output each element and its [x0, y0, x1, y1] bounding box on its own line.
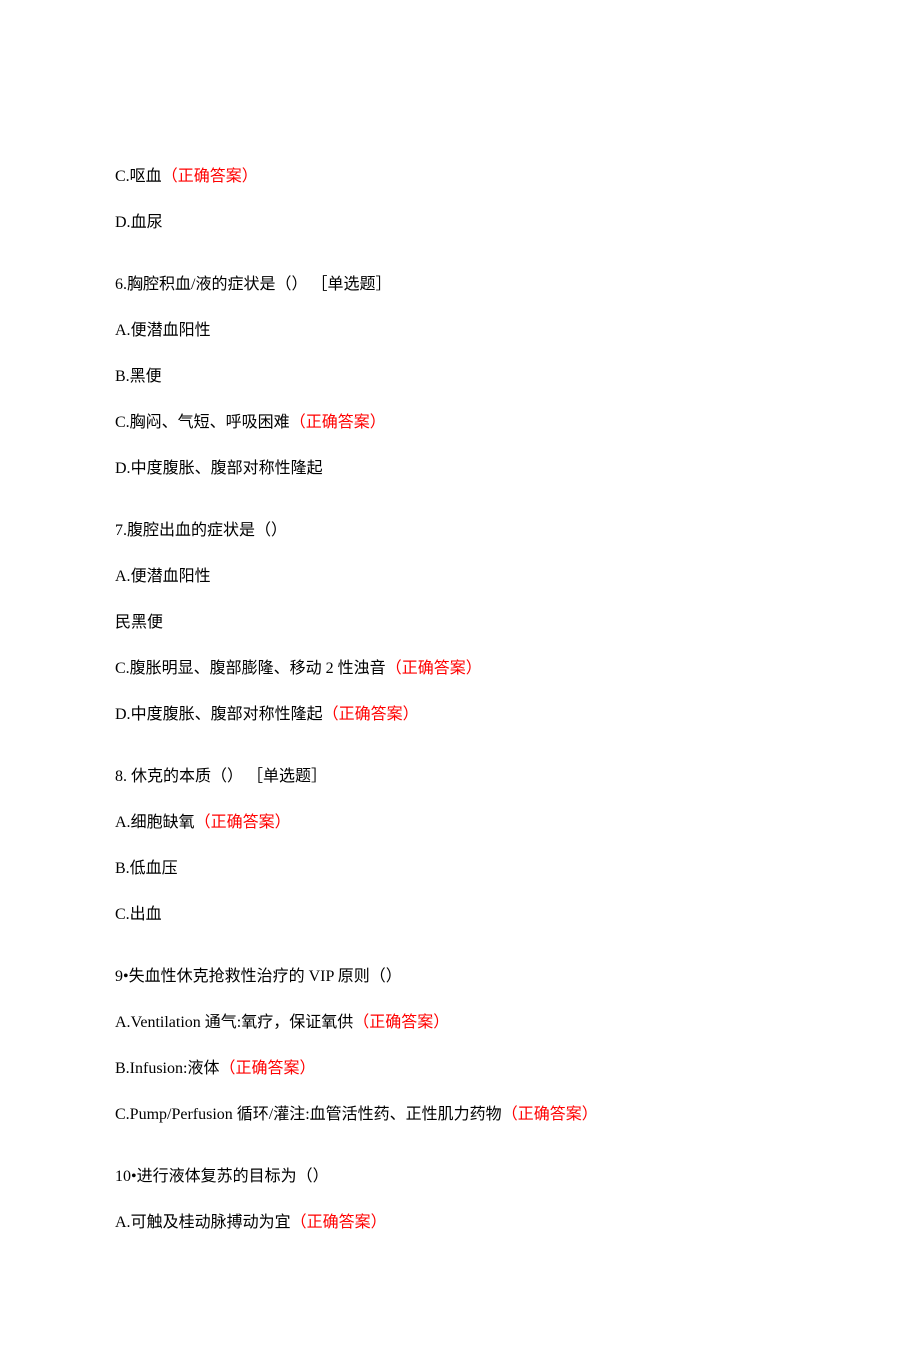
- option-prefix: C.: [115, 168, 130, 185]
- option-text: 出血: [130, 906, 162, 923]
- option-text: 黑便: [130, 368, 162, 385]
- correct-answer-marker: （正确答案）: [219, 1060, 315, 1077]
- document-page: C.呕血（正确答案） D.血尿 6.胸腔积血/液的症状是（） ［单选题］ A.便…: [0, 0, 920, 1357]
- q7-stem: 7.腹腔出血的症状是（）: [115, 519, 805, 543]
- correct-answer-marker: （正确答案）: [353, 1014, 449, 1031]
- correct-answer-marker: （正确答案）: [502, 1106, 598, 1123]
- q6-stem: 6.胸腔积血/液的症状是（） ［单选题］: [115, 273, 805, 297]
- option-text: 胸闷、气短、呼吸困难: [130, 414, 290, 431]
- option-prefix: B.: [115, 368, 130, 385]
- option-text: 可触及桂动脉搏动为宜: [131, 1214, 291, 1231]
- option-text: 便潜血阳性: [131, 568, 211, 585]
- option-prefix: B.: [115, 860, 130, 877]
- q7-option-a: A.便潜血阳性: [115, 565, 805, 589]
- q10-option-a: A.可触及桂动脉搏动为宜（正确答案）: [115, 1211, 805, 1235]
- q9-stem: 9•失血性休克抢救性治疗的 VIP 原则（）: [115, 965, 805, 989]
- q5-option-d: D.血尿: [115, 211, 805, 235]
- question-text: 进行液体复苏的目标为（）: [137, 1168, 329, 1185]
- q6-option-c: C.胸闷、气短、呼吸困难（正确答案）: [115, 411, 805, 435]
- correct-answer-marker: （正确答案）: [195, 814, 291, 831]
- q8-option-a: A.细胞缺氧（正确答案）: [115, 811, 805, 835]
- q9-option-c: C.Pump/Perfusion 循环/灌注:血管活性药、正性肌力药物（正确答案…: [115, 1103, 805, 1127]
- option-prefix: C.: [115, 906, 130, 923]
- option-text: 便潜血阳性: [131, 322, 211, 339]
- option-prefix: C.: [115, 414, 130, 431]
- q8-stem: 8. 休克的本质（） ［单选题］: [115, 765, 805, 789]
- correct-answer-marker: （正确答案）: [386, 660, 482, 677]
- option-prefix: D.: [115, 214, 131, 231]
- option-text: 中度腹胀、腹部对称性隆起: [131, 706, 323, 723]
- option-prefix: A.: [115, 1214, 131, 1231]
- question-number: 8.: [115, 768, 131, 785]
- q6-option-d: D.中度腹胀、腹部对称性隆起: [115, 457, 805, 481]
- option-prefix: A.: [115, 1014, 131, 1031]
- question-text: 腹腔出血的症状是（）: [127, 522, 287, 539]
- q6-option-a: A.便潜血阳性: [115, 319, 805, 343]
- q8-option-c: C.出血: [115, 903, 805, 927]
- question-text: 失血性休克抢救性治疗的 VIP 原则（）: [129, 968, 402, 985]
- option-text: 黑便: [131, 614, 163, 631]
- q10-stem: 10•进行液体复苏的目标为（）: [115, 1165, 805, 1189]
- option-prefix: D.: [115, 460, 131, 477]
- option-text: 低血压: [130, 860, 178, 877]
- q9-option-b: B.Infusion:液体（正确答案）: [115, 1057, 805, 1081]
- option-prefix: 民: [115, 614, 131, 631]
- correct-answer-marker: （正确答案）: [290, 414, 386, 431]
- question-number: 9•: [115, 968, 129, 985]
- option-text: Infusion:液体: [130, 1060, 220, 1077]
- option-text: 血尿: [131, 214, 163, 231]
- option-text: 细胞缺氧: [131, 814, 195, 831]
- q8-option-b: B.低血压: [115, 857, 805, 881]
- option-text: 呕血: [130, 168, 162, 185]
- option-prefix: A.: [115, 568, 131, 585]
- correct-answer-marker: （正确答案）: [323, 706, 419, 723]
- question-number: 7.: [115, 522, 127, 539]
- option-prefix: D.: [115, 706, 131, 723]
- option-text: Ventilation 通气:氧疗，保证氧供: [131, 1014, 354, 1031]
- correct-answer-marker: （正确答案）: [291, 1214, 387, 1231]
- option-text: 腹胀明显、腹部膨隆、移动 2 性浊音: [130, 660, 386, 677]
- option-prefix: A.: [115, 322, 131, 339]
- question-number: 10•: [115, 1168, 137, 1185]
- option-prefix: A.: [115, 814, 131, 831]
- question-text: 胸腔积血/液的症状是（） ［单选题］: [127, 276, 391, 293]
- question-number: 6.: [115, 276, 127, 293]
- q5-option-c: C.呕血（正确答案）: [115, 165, 805, 189]
- option-text: Pump/Perfusion 循环/灌注:血管活性药、正性肌力药物: [130, 1106, 502, 1123]
- q7-option-c: C.腹胀明显、腹部膨隆、移动 2 性浊音（正确答案）: [115, 657, 805, 681]
- option-text: 中度腹胀、腹部对称性隆起: [131, 460, 323, 477]
- q7-option-d: D.中度腹胀、腹部对称性隆起（正确答案）: [115, 703, 805, 727]
- q9-option-a: A.Ventilation 通气:氧疗，保证氧供（正确答案）: [115, 1011, 805, 1035]
- option-prefix: C.: [115, 1106, 130, 1123]
- q7-option-b: 民黑便: [115, 611, 805, 635]
- question-text: 休克的本质（） ［单选题］: [131, 768, 327, 785]
- option-prefix: C.: [115, 660, 130, 677]
- correct-answer-marker: （正确答案）: [162, 168, 258, 185]
- q6-option-b: B.黑便: [115, 365, 805, 389]
- option-prefix: B.: [115, 1060, 130, 1077]
